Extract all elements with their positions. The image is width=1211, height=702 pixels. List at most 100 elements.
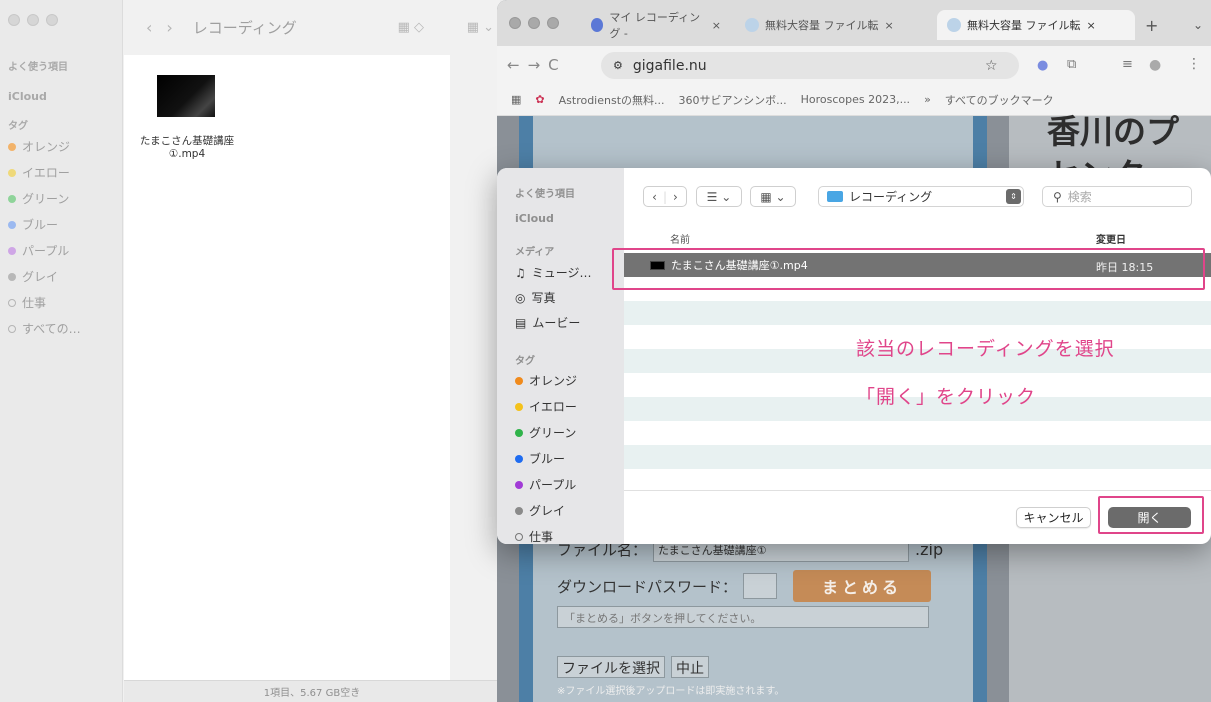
updown-chevron-icon: ⇕ bbox=[1006, 189, 1021, 204]
zoom-button[interactable] bbox=[46, 14, 58, 26]
upload-note: ※ファイル選択後アップロードは即実施されます。 bbox=[557, 686, 785, 697]
list-icon: ☰ ⌄ bbox=[706, 189, 732, 204]
film-icon: ▤ bbox=[515, 315, 527, 330]
dialog-tag-work[interactable]: 仕事 bbox=[515, 528, 553, 544]
sidebar-tag-yellow[interactable]: イエロー bbox=[8, 164, 70, 181]
sidebar-all-tags[interactable]: すべての… bbox=[8, 320, 81, 337]
tab-close-icon[interactable]: × bbox=[712, 19, 721, 32]
dialog-tags-heading: タグ bbox=[515, 356, 535, 367]
bookmark-astrodienst[interactable]: Astrodienstの無料... bbox=[559, 92, 665, 108]
browser-minimize-button[interactable] bbox=[528, 17, 540, 29]
sidebar-tag-green[interactable]: グリーン bbox=[8, 190, 69, 207]
empty-circle-icon bbox=[8, 298, 16, 307]
chevron-left-icon[interactable]: ‹ bbox=[652, 190, 657, 204]
group-menu-icon[interactable]: ▦ ⌄ bbox=[467, 20, 494, 35]
select-file-button[interactable]: ファイルを選択 bbox=[557, 656, 665, 678]
purple-dot-icon bbox=[8, 246, 16, 255]
grid-view-button[interactable]: ▦ ⌄ bbox=[750, 186, 796, 207]
gigafile-icon bbox=[947, 18, 961, 32]
back-forward-buttons[interactable]: ‹ | › bbox=[643, 186, 687, 207]
music-note-icon: ♫ bbox=[515, 265, 526, 280]
site-info-icon[interactable]: ⚙ bbox=[613, 59, 623, 72]
search-icon: ⚲ bbox=[1053, 189, 1062, 204]
green-dot-icon bbox=[8, 194, 16, 203]
empty-row bbox=[624, 301, 1211, 325]
nav-buttons-icon[interactable]: ←→C bbox=[507, 56, 567, 74]
dialog-tag-orange[interactable]: オレンジ bbox=[515, 372, 577, 389]
sidebar-item-icloud[interactable]: iCloud bbox=[8, 90, 47, 103]
bookmark-360sabian[interactable]: 360サビアンシンボ... bbox=[679, 92, 787, 108]
dialog-tag-yellow[interactable]: イエロー bbox=[515, 398, 577, 415]
tab-search-icon[interactable]: ⌄ bbox=[1183, 10, 1211, 40]
minimize-button[interactable] bbox=[27, 14, 39, 26]
dialog-tag-gray[interactable]: グレイ bbox=[515, 502, 565, 519]
close-button[interactable] bbox=[8, 14, 20, 26]
sidebar-tag-gray[interactable]: グレイ bbox=[8, 268, 58, 285]
browser-zoom-button[interactable] bbox=[547, 17, 559, 29]
video-thumbnail[interactable] bbox=[157, 75, 215, 117]
window-controls[interactable] bbox=[8, 14, 58, 26]
folder-icon bbox=[827, 191, 843, 202]
empty-circle-icon bbox=[515, 532, 523, 541]
reading-list-icon[interactable]: ≡ bbox=[1122, 57, 1133, 72]
dialog-tag-green[interactable]: グリーン bbox=[515, 424, 576, 441]
orange-dot-icon bbox=[8, 142, 16, 151]
password-input[interactable] bbox=[743, 573, 778, 599]
bookmark-star-icon[interactable]: ☆ bbox=[985, 58, 998, 74]
dialog-sidebar-music[interactable]: ♫ ミュージ… bbox=[515, 264, 592, 281]
zoom-icon bbox=[591, 18, 604, 32]
gigafile-icon bbox=[745, 18, 759, 32]
camera-icon: ◎ bbox=[515, 290, 526, 305]
column-modified-header[interactable]: 変更日 bbox=[1096, 231, 1126, 246]
location-popup[interactable]: レコーディング ⇕ bbox=[818, 186, 1024, 207]
tags-heading: タグ bbox=[8, 121, 28, 132]
tab-bar: マイ レコーディング - × 無料大容量 ファイル転 × 無料大容量 ファイル転 × … bbox=[497, 0, 1211, 46]
column-name-header[interactable]: 名前 bbox=[670, 231, 690, 246]
bookmark-item[interactable]: ✿ bbox=[535, 93, 544, 106]
search-field[interactable]: ⚲ 検索 bbox=[1042, 186, 1192, 207]
open-file-dialog: よく使う項目 iCloud メディア ♫ ミュージ… ◎ 写真 ▤ ムービー タグ オ… bbox=[497, 168, 1211, 544]
dialog-sidebar-photos[interactable]: ◎ 写真 bbox=[515, 289, 556, 306]
dialog-sidebar-icloud[interactable]: iCloud bbox=[515, 212, 554, 225]
finder-title: レコーディング bbox=[192, 19, 297, 37]
file-name[interactable]: たまこさん基礎講座 ①.mp4 bbox=[124, 135, 250, 161]
profile-avatar-icon[interactable]: ● bbox=[1149, 57, 1161, 73]
bookmarks-overflow[interactable]: » bbox=[924, 93, 931, 106]
view-toggle-icon[interactable]: ▦ ◇ bbox=[398, 20, 424, 35]
file-select-row: ファイルを選択 中止 bbox=[557, 656, 709, 678]
list-view-button[interactable]: ☰ ⌄ bbox=[696, 186, 742, 207]
sidebar-tag-work[interactable]: 仕事 bbox=[8, 294, 46, 311]
browser-window-controls[interactable] bbox=[509, 17, 559, 29]
back-forward-icon[interactable]: ‹› bbox=[146, 18, 187, 37]
dialog-tag-purple[interactable]: パープル bbox=[515, 476, 576, 493]
purple-dot-icon bbox=[515, 480, 523, 489]
favorites-heading: よく使う項目 bbox=[8, 62, 68, 73]
tab-gigafile-2[interactable]: 無料大容量 ファイル転 × bbox=[937, 10, 1135, 40]
apps-grid-icon[interactable]: ▦ bbox=[511, 93, 521, 106]
tab-gigafile-1[interactable]: 無料大容量 ファイル転 × bbox=[735, 10, 935, 40]
dialog-tag-blue[interactable]: ブルー bbox=[515, 450, 565, 467]
url-field[interactable]: ⚙ gigafile.nu bbox=[601, 52, 1019, 79]
grid-icon: ▦ ⌄ bbox=[760, 189, 786, 204]
extension-icon[interactable]: ● bbox=[1037, 58, 1048, 73]
tab-close-icon[interactable]: × bbox=[885, 19, 894, 32]
hint-text: 「まとめる」ボタンを押してください。 bbox=[557, 606, 929, 628]
combine-button[interactable]: まとめる bbox=[793, 570, 932, 602]
sidebar-tag-orange[interactable]: オレンジ bbox=[8, 138, 70, 155]
tab-close-icon[interactable]: × bbox=[1087, 19, 1096, 32]
highlight-box-open-button bbox=[1098, 496, 1204, 534]
tab-zoom[interactable]: マイ レコーディング - × bbox=[581, 10, 731, 40]
menu-kebab-icon[interactable]: ⋮ bbox=[1187, 56, 1201, 72]
hint-row: 「まとめる」ボタンを押してください。 bbox=[557, 606, 929, 628]
browser-close-button[interactable] bbox=[509, 17, 521, 29]
chevron-right-icon[interactable]: › bbox=[673, 190, 678, 204]
dialog-sidebar-movies[interactable]: ▤ ムービー bbox=[515, 314, 580, 331]
new-tab-button[interactable]: + bbox=[1135, 10, 1168, 40]
all-bookmarks[interactable]: すべてのブックマーク bbox=[945, 92, 1054, 108]
bookmark-horoscopes[interactable]: Horoscopes 2023,... bbox=[801, 93, 910, 106]
stop-button[interactable]: 中止 bbox=[671, 656, 709, 678]
extensions-puzzle-icon[interactable]: ⧉ bbox=[1067, 57, 1076, 72]
sidebar-tag-purple[interactable]: パープル bbox=[8, 242, 69, 259]
sidebar-tag-blue[interactable]: ブルー bbox=[8, 216, 58, 233]
cancel-button[interactable]: キャンセル bbox=[1016, 507, 1091, 528]
